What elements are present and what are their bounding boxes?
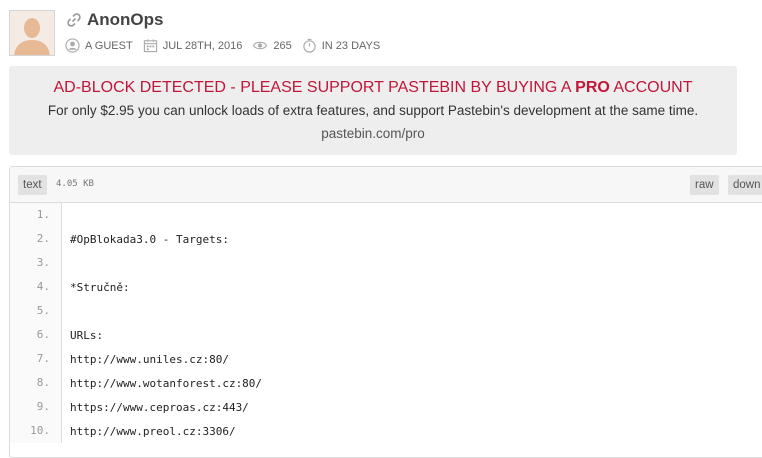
code-line: 6. URLs: (10, 323, 762, 347)
line-text: URLs: (70, 328, 104, 342)
line-text: https://www.ceproas.cz:443/ (70, 400, 249, 414)
line-text: #OpBlokada3.0 - Targets: (70, 232, 229, 246)
views-meta: 265 (252, 38, 292, 53)
code-line: 10. http://www.preol.cz:3306/ (10, 419, 762, 443)
adblock-banner: AD-BLOCK DETECTED - PLEASE SUPPORT PASTE… (9, 66, 737, 155)
line-text: http://www.uniles.cz:80/ (70, 352, 229, 366)
date-meta: JUL 28TH, 2016 (143, 38, 243, 53)
author-name: A GUEST (85, 39, 133, 52)
banner-pro-link[interactable]: pastebin.com/pro (9, 126, 737, 141)
line-number: 8. (10, 371, 62, 395)
paste-title-row: AnonOps (66, 10, 164, 30)
line-number: 1. (10, 203, 62, 227)
line-text: http://www.preol.cz:3306/ (70, 424, 236, 438)
code-line: 1. (10, 203, 762, 227)
banner-headline-text: AD-BLOCK DETECTED - PLEASE SUPPORT PASTE… (53, 79, 576, 96)
code-line: 4. *Stručně: (10, 275, 762, 299)
calendar-icon (143, 39, 157, 53)
user-avatar-icon (10, 11, 54, 55)
page-title: AnonOps (87, 10, 164, 29)
banner-text: For only $2.95 you can unlock loads of e… (47, 103, 699, 118)
code-line: 8. http://www.wotanforest.cz:80/ (10, 371, 762, 395)
user-icon (65, 38, 80, 53)
code-line: 7. http://www.uniles.cz:80/ (10, 347, 762, 371)
line-number: 3. (10, 251, 62, 275)
download-button[interactable]: down (728, 175, 762, 195)
code-line: 5. (10, 299, 762, 323)
line-number: 7. (10, 347, 62, 371)
code-view: 1. 2. #OpBlokada3.0 - Targets: 3. 4. *Stručně… (10, 203, 762, 443)
eye-icon (253, 41, 268, 50)
banner-headline-pro: PRO (575, 79, 610, 96)
line-number: 10. (10, 419, 62, 443)
avatar[interactable] (9, 10, 55, 56)
code-line: 3. (10, 251, 762, 275)
expiry-meta: IN 23 DAYS (302, 38, 381, 53)
paste-size: 4.05 KB (56, 179, 94, 189)
paste-toolbar: text 4.05 KB raw down (10, 167, 762, 203)
view-count: 265 (273, 39, 292, 52)
line-number: 5. (10, 299, 62, 323)
author-meta[interactable]: A GUEST (65, 38, 133, 53)
banner-headline: AD-BLOCK DETECTED - PLEASE SUPPORT PASTE… (9, 79, 737, 97)
timer-icon (303, 38, 316, 53)
line-number: 4. (10, 275, 62, 299)
raw-button[interactable]: raw (690, 175, 719, 195)
syntax-badge[interactable]: text (18, 175, 47, 195)
code-line: 9. https://www.ceproas.cz:443/ (10, 395, 762, 419)
paste-box: text 4.05 KB raw down 1. 2. #OpBlokada3.0 … (9, 166, 762, 458)
paste-date: JUL 28TH, 2016 (162, 39, 243, 52)
paste-meta: A GUEST JUL 28TH, 2016 265 IN 23 DAYS (65, 38, 390, 53)
expiry-text: IN 23 DAYS (321, 39, 381, 52)
line-number: 2. (10, 227, 62, 251)
link-icon (67, 13, 81, 27)
banner-headline-account: ACCOUNT (609, 79, 693, 96)
line-text: http://www.wotanforest.cz:80/ (70, 376, 263, 390)
line-number: 9. (10, 395, 62, 419)
line-number: 6. (10, 323, 62, 347)
line-text: *Stručně: (70, 280, 130, 294)
code-line: 2. #OpBlokada3.0 - Targets: (10, 227, 762, 251)
